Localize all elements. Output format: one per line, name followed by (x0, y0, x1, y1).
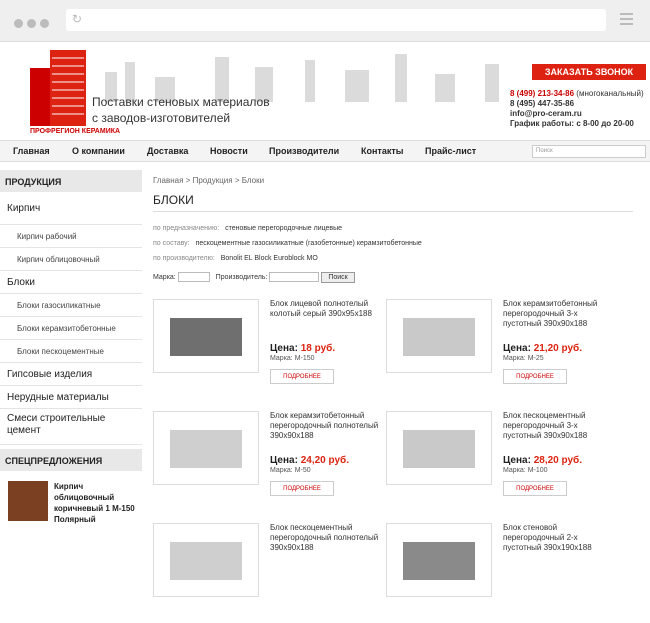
product-card[interactable]: Блок стеновой перегородочный 2-х пустотн… (386, 523, 616, 623)
product-image[interactable] (386, 523, 492, 597)
product-card[interactable]: Блок пескоцементный перегородочный 3-х п… (386, 411, 616, 511)
sidebar-item-gypsum[interactable]: Гипсовые изделия (0, 363, 142, 386)
filter-euroblock[interactable]: Euroblock (273, 255, 304, 262)
main-content: Главная > Продукция > Блоки БЛОКИ по пре… (153, 170, 650, 283)
sidebar-item-bricks-facing[interactable]: Кирпич облицовочный (0, 248, 142, 271)
nav-about[interactable]: О компании (72, 146, 125, 156)
producer-select[interactable] (269, 272, 320, 283)
product-card[interactable]: Блок керамзитобетонный перегородочный 3-… (386, 299, 616, 399)
product-image[interactable] (153, 299, 259, 373)
search-input[interactable]: Поиск (532, 145, 646, 158)
address-bar[interactable] (66, 9, 606, 31)
product-title[interactable]: Блок пескоцементный перегородочный 3-х п… (503, 411, 615, 441)
nav-pricelist[interactable]: Прайс-лист (425, 146, 476, 156)
logo-icon[interactable] (30, 50, 86, 126)
details-button[interactable]: ПОДРОБНЕЕ (270, 369, 334, 384)
product-mark: Марка: М-50 (270, 467, 311, 474)
product-card[interactable]: Блок керамзитобетонный перегородочный по… (153, 411, 383, 511)
main-nav: Главная О компании Доставка Новости Прои… (0, 140, 650, 162)
nav-home[interactable]: Главная (13, 146, 50, 156)
details-button[interactable]: ПОДРОБНЕЕ (503, 369, 567, 384)
product-image[interactable] (386, 299, 492, 373)
offer-item[interactable]: Кирпич облицовочный коричневый 1 М-150 П… (0, 471, 142, 531)
offer-title[interactable]: Кирпич облицовочный коричневый 1 М-150 П… (54, 481, 140, 525)
sidebar-item-blocks-ceramsite[interactable]: Блоки керамзитобетонные (0, 317, 142, 340)
details-button[interactable]: ПОДРОБНЕЕ (503, 481, 567, 496)
site-header: ПРОФРЕГИОН КЕРАМИКА Поставки стеновых ма… (0, 42, 650, 140)
sidebar-item-bricks-working[interactable]: Кирпич рабочий (0, 225, 142, 248)
nav-delivery[interactable]: Доставка (147, 146, 188, 156)
tagline: Поставки стеновых материалов с заводов-и… (92, 95, 270, 125)
filter-elblock[interactable]: EL Block (244, 255, 271, 262)
product-price: Цена: 18 руб. (270, 343, 336, 354)
filter-bonolit[interactable]: Bonolit (221, 255, 242, 262)
product-image[interactable] (153, 411, 259, 485)
window-controls (14, 15, 53, 33)
product-title[interactable]: Блок керамзитобетонный перегородочный 3-… (503, 299, 615, 329)
nav-producers[interactable]: Производители (269, 146, 339, 156)
product-image[interactable] (153, 523, 259, 597)
product-card[interactable]: Блок пескоцементный перегородочный полно… (153, 523, 383, 623)
filter-gas[interactable]: газосиликатные (газобетонные) (252, 240, 355, 247)
product-title[interactable]: Блок лицевой полнотелый колотый серый 39… (270, 299, 382, 319)
breadcrumb[interactable]: Главная > Продукция > Блоки (153, 176, 650, 185)
menu-icon[interactable] (620, 13, 633, 28)
contacts-block: 8 (499) 213-34-86 (многоканальный) 8 (49… (510, 89, 644, 128)
filter-search-button[interactable]: Поиск (321, 272, 355, 283)
page-title: БЛОКИ (153, 193, 633, 212)
sidebar-item-nonmetal[interactable]: Нерудные материалы (0, 386, 142, 409)
sidebar-item-mixes[interactable]: Смеси строительные цемент (0, 409, 142, 445)
filter-partition[interactable]: перегородочные (258, 225, 312, 232)
reload-icon[interactable]: ↻ (72, 12, 82, 26)
filter-mo[interactable]: МО (307, 255, 318, 262)
product-title[interactable]: Блок стеновой перегородочный 2-х пустотн… (503, 523, 615, 553)
nav-contacts[interactable]: Контакты (361, 146, 403, 156)
nav-news[interactable]: Новости (210, 146, 248, 156)
product-price: Цена: 21,20 руб. (503, 343, 582, 354)
products-heading: ПРОДУКЦИЯ (0, 170, 142, 192)
order-call-button[interactable]: ЗАКАЗАТЬ ЗВОНОК (532, 64, 646, 80)
filter-walls[interactable]: стеновые (225, 225, 256, 232)
sidebar-item-blocks-sand[interactable]: Блоки пескоцементные (0, 340, 142, 363)
product-mark: Марка: М-150 (270, 355, 315, 362)
product-price: Цена: 28,20 руб. (503, 455, 582, 466)
product-image[interactable] (386, 411, 492, 485)
logo-text: ПРОФРЕГИОН КЕРАМИКА (30, 128, 121, 135)
filter-ceramsite[interactable]: керамзитобетонные (357, 240, 422, 247)
product-title[interactable]: Блок пескоцементный перегородочный полно… (270, 523, 382, 553)
filter-sand[interactable]: пескоцементные (196, 240, 251, 247)
details-button[interactable]: ПОДРОБНЕЕ (270, 481, 334, 496)
sidebar-item-blocks-gas[interactable]: Блоки газосиликатные (0, 294, 142, 317)
sidebar-item-blocks[interactable]: Блоки (0, 271, 142, 294)
offer-image[interactable] (8, 481, 48, 521)
product-card[interactable]: Блок лицевой полнотелый колотый серый 39… (153, 299, 383, 399)
filter-facing[interactable]: лицевые (314, 225, 342, 232)
filters: по предназначению: стеновые перегородочн… (153, 225, 422, 262)
product-mark: Марка: М-100 (503, 467, 548, 474)
filter-form: Марка: Производитель: Поиск (153, 272, 650, 283)
marka-select[interactable] (177, 272, 210, 283)
product-title[interactable]: Блок керамзитобетонный перегородочный по… (270, 411, 382, 441)
browser-chrome: ↻ (0, 0, 650, 42)
product-mark: Марка: М-25 (503, 355, 544, 362)
offers-heading: СПЕЦПРЕДЛОЖЕНИЯ (0, 449, 142, 471)
product-price: Цена: 24,20 руб. (270, 455, 349, 466)
sidebar: ПРОДУКЦИЯ Кирпич Кирпич рабочий Кирпич о… (0, 170, 142, 531)
sidebar-item-bricks[interactable]: Кирпич (0, 192, 142, 225)
